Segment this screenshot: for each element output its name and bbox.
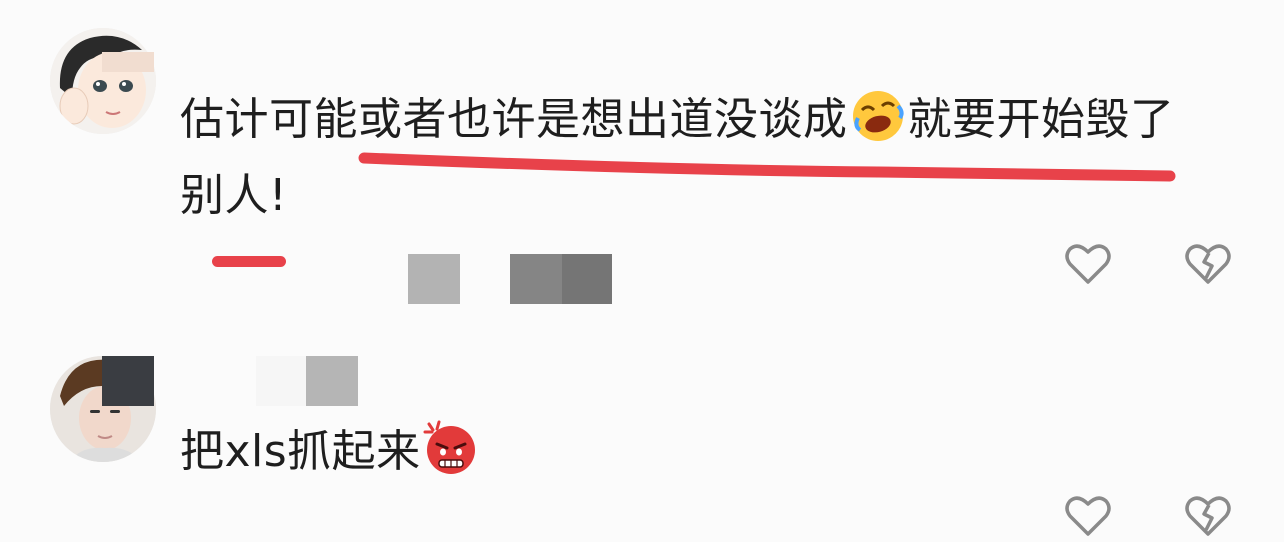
like-icon[interactable] xyxy=(1064,494,1112,538)
angry-face-emoji-icon xyxy=(423,420,479,476)
comment-2: 把xls抓起来 xyxy=(0,0,1284,536)
redacted-block xyxy=(102,356,154,406)
dislike-icon[interactable] xyxy=(1184,494,1232,538)
redacted-block xyxy=(306,356,358,406)
comment-text-body: 把xls抓起来 xyxy=(180,426,421,477)
redacted-block xyxy=(256,356,306,406)
comment-text: 把xls抓起来 xyxy=(180,414,481,490)
